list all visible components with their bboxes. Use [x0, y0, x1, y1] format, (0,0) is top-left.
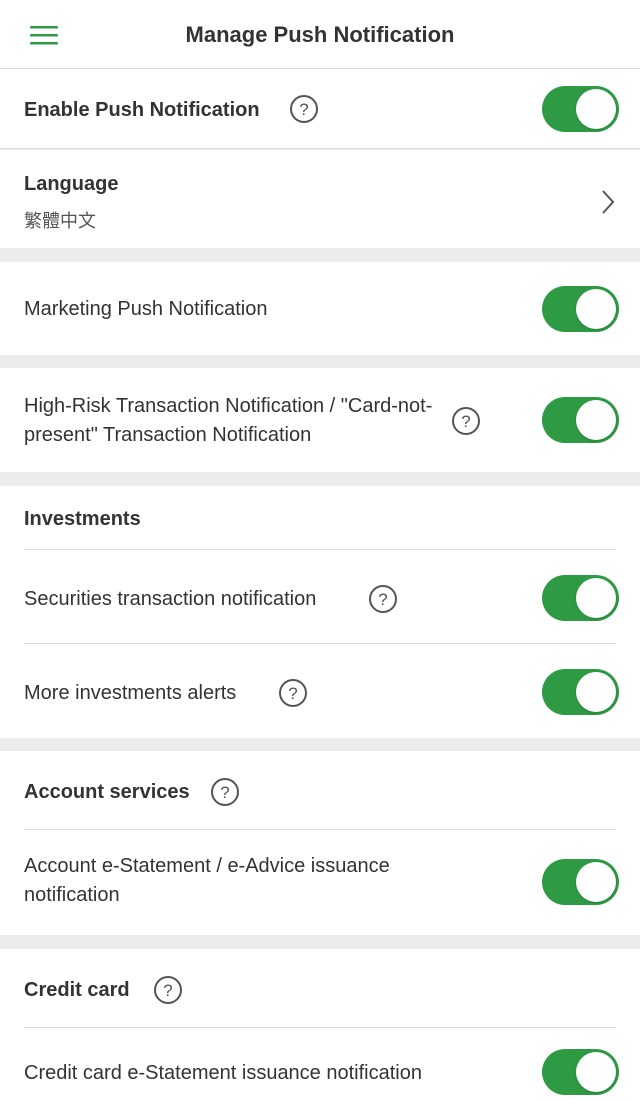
credit-card-section: Credit card ? Credit card e-Statement is… — [0, 949, 640, 1100]
toggle-knob — [576, 1052, 616, 1092]
menu-button[interactable] — [22, 18, 66, 54]
high-risk-row: High-Risk Transaction Notification / "Ca… — [0, 368, 640, 472]
more-alerts-label: More investments alerts — [24, 682, 237, 704]
question-mark-icon: ? — [452, 407, 480, 435]
marketing-toggle[interactable] — [542, 286, 619, 332]
svg-text:?: ? — [220, 783, 229, 802]
divider — [24, 549, 616, 550]
securities-help-button[interactable]: ? — [368, 584, 398, 614]
question-mark-icon: ? — [290, 95, 318, 123]
enable-push-label: Enable Push Notification — [24, 99, 260, 121]
credit-card-title: Credit card — [24, 979, 130, 1001]
svg-text:?: ? — [299, 100, 308, 119]
account-estatement-toggle[interactable] — [542, 859, 619, 905]
high-risk-label: High-Risk Transaction Notification / "Ca… — [24, 395, 433, 446]
more-alerts-help-button[interactable]: ? — [278, 678, 308, 708]
language-chevron — [598, 188, 618, 216]
toggle-knob — [576, 400, 616, 440]
divider — [24, 829, 616, 830]
svg-text:?: ? — [461, 412, 470, 431]
credit-card-estatement-label: Credit card e-Statement issuance notific… — [24, 1062, 422, 1084]
chevron-right-icon — [602, 190, 615, 214]
toggle-knob — [576, 89, 616, 129]
toggle-knob — [576, 578, 616, 618]
account-services-section: Account services ? Account e-Statement /… — [0, 751, 640, 935]
divider — [24, 643, 616, 644]
toggle-knob — [576, 289, 616, 329]
language-row[interactable]: Language 繁體中文 — [0, 150, 640, 248]
more-alerts-toggle[interactable] — [542, 669, 619, 715]
enable-push-help-button[interactable]: ? — [289, 94, 319, 124]
question-mark-icon: ? — [369, 585, 397, 613]
question-mark-icon: ? — [154, 976, 182, 1004]
toggle-knob — [576, 862, 616, 902]
hamburger-menu-icon — [30, 26, 58, 45]
language-label: Language — [24, 173, 119, 195]
securities-label: Securities transaction notification — [24, 588, 317, 610]
question-mark-icon: ? — [211, 778, 239, 806]
language-value: 繁體中文 — [24, 211, 96, 231]
svg-text:?: ? — [378, 590, 387, 609]
credit-card-help-button[interactable]: ? — [153, 975, 183, 1005]
svg-text:?: ? — [163, 981, 172, 1000]
app-header: Manage Push Notification — [0, 0, 640, 69]
toggle-knob — [576, 672, 616, 712]
enable-push-toggle[interactable] — [542, 86, 619, 132]
investments-title: Investments — [24, 508, 141, 530]
marketing-row: Marketing Push Notification — [0, 262, 640, 355]
investments-section: Investments Securities transaction notif… — [0, 486, 640, 738]
account-services-title: Account services — [24, 781, 190, 803]
credit-card-estatement-toggle[interactable] — [542, 1049, 619, 1095]
account-estatement-label: Account e-Statement / e-Advice issuance … — [24, 855, 390, 906]
marketing-label: Marketing Push Notification — [24, 298, 268, 320]
high-risk-toggle[interactable] — [542, 397, 619, 443]
svg-text:?: ? — [288, 684, 297, 703]
enable-push-row: Enable Push Notification ? — [0, 69, 640, 149]
securities-toggle[interactable] — [542, 575, 619, 621]
divider — [24, 1027, 616, 1028]
question-mark-icon: ? — [279, 679, 307, 707]
high-risk-help-button[interactable]: ? — [451, 406, 481, 436]
account-services-help-button[interactable]: ? — [210, 777, 240, 807]
page-title: Manage Push Notification — [185, 22, 455, 47]
